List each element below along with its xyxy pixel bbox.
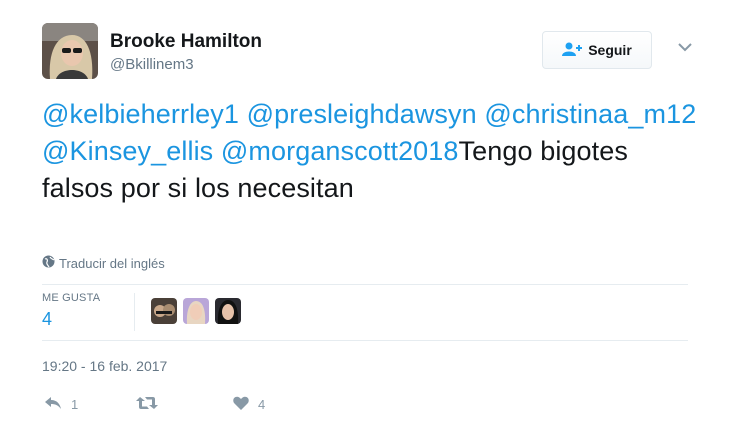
mention-link[interactable]: @presleighdawsyn (247, 99, 477, 129)
divider (42, 284, 688, 285)
mention-link[interactable]: @Kinsey_ellis (42, 136, 213, 166)
retweet-button[interactable] (136, 396, 167, 413)
author-avatar[interactable] (42, 23, 98, 79)
author-name[interactable]: Brooke Hamilton (110, 31, 262, 53)
liker-avatar-3[interactable] (215, 298, 241, 324)
add-user-icon (562, 42, 583, 59)
tweet-text: @kelbieherrley1 @presleighdawsyn @christ… (42, 96, 702, 207)
follow-button[interactable]: Seguir (542, 31, 652, 69)
liker-avatar-2[interactable] (183, 298, 209, 324)
mention-link[interactable]: @christinaa_m12 (484, 99, 696, 129)
heart-icon (233, 396, 249, 413)
mention-link[interactable]: @kelbieherrley1 (42, 99, 239, 129)
reply-icon (44, 396, 62, 413)
likes-count[interactable]: 4 (42, 309, 52, 330)
chevron-down-icon[interactable] (676, 38, 694, 56)
reply-button[interactable]: 1 (44, 396, 78, 413)
like-count: 4 (258, 397, 266, 412)
like-button[interactable]: 4 (233, 396, 265, 413)
likes-label: ME GUSTA (42, 292, 101, 304)
liker-avatar-1[interactable] (151, 298, 177, 324)
translate-label: Traducir del inglés (59, 255, 165, 271)
translate-link[interactable]: Traducir del inglés (42, 255, 165, 271)
retweet-icon (136, 396, 158, 413)
mention-link[interactable]: @morganscott2018 (221, 136, 459, 166)
tweet-timestamp[interactable]: 19:20 - 16 feb. 2017 (42, 358, 167, 374)
author-handle[interactable]: @Bkillinem3 (110, 56, 194, 73)
divider (42, 340, 688, 341)
follow-button-label: Seguir (588, 42, 632, 58)
globe-icon (42, 255, 55, 271)
liker-avatars (151, 298, 241, 324)
reply-count: 1 (71, 397, 79, 412)
stats-separator (134, 293, 135, 331)
